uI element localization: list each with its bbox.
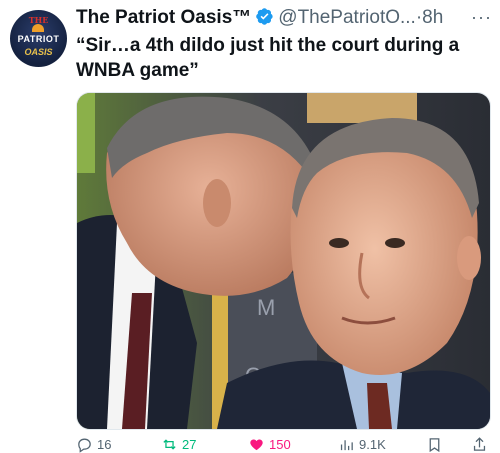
verified-badge-icon[interactable] xyxy=(255,7,274,26)
tweet-text: “Sir…a 4th dildo just hit the court duri… xyxy=(76,35,460,81)
avatar-text-bottom: OASIS xyxy=(24,47,53,57)
avatar[interactable]: THE PATRIOT OASIS xyxy=(10,10,67,67)
sun-icon xyxy=(32,24,44,32)
photo-image: KE M Co xyxy=(77,93,490,429)
tweet-photo[interactable]: KE M Co xyxy=(76,92,491,430)
svg-text:M: M xyxy=(257,295,275,320)
timestamp[interactable]: 8h xyxy=(422,7,443,28)
view-count: 9.1K xyxy=(359,436,386,452)
reply-count: 16 xyxy=(97,436,112,452)
like-count: 150 xyxy=(269,436,291,452)
display-name[interactable]: The Patriot Oasis™ xyxy=(76,7,251,28)
more-options-icon[interactable]: ··· xyxy=(471,7,492,28)
avatar-text-middle: PATRIOT xyxy=(17,34,60,44)
repost-count: 27 xyxy=(182,436,197,452)
handle[interactable]: @ThePatriotO... xyxy=(278,7,416,28)
tweet-header: The Patriot Oasis™ @ThePatriotO...·8h xyxy=(76,7,494,31)
avatar-text-top: THE xyxy=(28,15,49,25)
